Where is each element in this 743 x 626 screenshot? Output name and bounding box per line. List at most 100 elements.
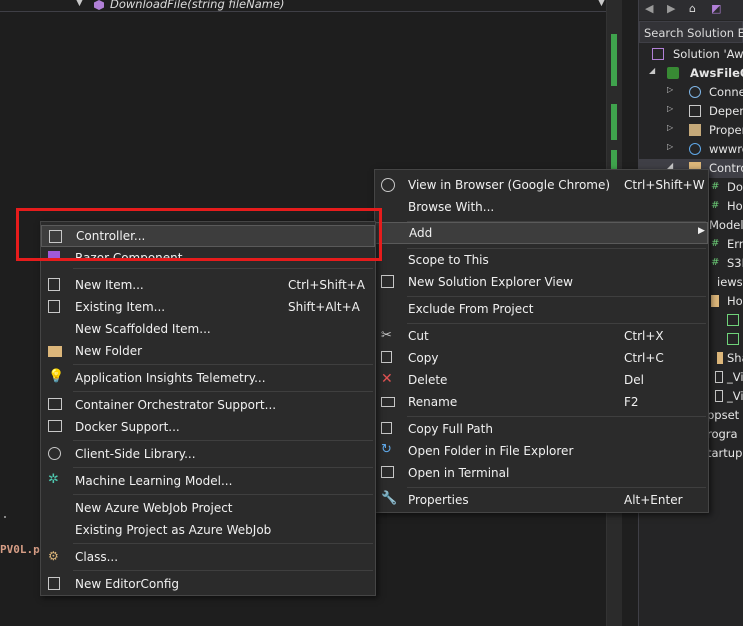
menu-item-cut[interactable]: ✂ Cut Ctrl+X (375, 325, 708, 347)
menu-separator (73, 467, 373, 468)
collapsed-arrow-icon[interactable]: ▷ (667, 142, 673, 151)
vs-solution-icon[interactable]: ◩ (711, 2, 721, 15)
type-dropdown-chevron-icon[interactable]: ▼ (76, 0, 83, 8)
folder-icon (717, 352, 723, 364)
menu-separator (407, 416, 706, 417)
solution-explorer-toolbar: ◀ ▶ ⌂ ◩ (639, 0, 743, 20)
menu-separator (73, 364, 373, 365)
razor-file-icon (727, 314, 739, 326)
expanded-arrow-icon[interactable]: ◢ (649, 66, 655, 75)
tree-item-project[interactable]: ◢ AwsFileOp (639, 64, 743, 83)
menu-item-rename[interactable]: Rename F2 (375, 391, 708, 413)
menu-item-class[interactable]: ⚙ Class... (41, 546, 375, 568)
terminal-icon (381, 466, 394, 478)
wrench-icon: 🔧 (381, 491, 398, 506)
editorconfig-icon (48, 577, 60, 590)
tree-item-dependencies[interactable]: ▷ Depen (639, 102, 743, 121)
menu-item-copy[interactable]: Copy Ctrl+C (375, 347, 708, 369)
menu-item-properties[interactable]: 🔧 Properties Alt+Enter (375, 489, 708, 511)
menu-separator (73, 543, 373, 544)
collapsed-arrow-icon[interactable]: ▷ (667, 123, 673, 132)
menu-item-new-scaffolded-item[interactable]: New Scaffolded Item... (41, 318, 375, 340)
folder-icon (48, 346, 62, 357)
tree-item-wwwroot[interactable]: ▷ wwwro (639, 140, 743, 159)
menu-separator (73, 570, 373, 571)
razor-file-icon (727, 333, 739, 345)
wrench-icon (689, 124, 701, 136)
docker-icon (48, 420, 62, 432)
file-icon (715, 371, 723, 383)
menu-separator (407, 296, 706, 297)
menu-item-browse-with[interactable]: Browse With... (375, 196, 708, 218)
change-marker (611, 104, 617, 140)
editor-dot (4, 516, 6, 518)
change-marker (611, 34, 617, 86)
menu-separator (73, 391, 373, 392)
menu-item-exclude-from-project[interactable]: Exclude From Project (375, 298, 708, 320)
menu-item-open-folder-in-file-explorer[interactable]: ↻ Open Folder in File Explorer (375, 440, 708, 462)
menu-item-existing-item[interactable]: Existing Item... Shift+Alt+A (41, 296, 375, 318)
csharp-file-icon: # (711, 238, 720, 249)
folder-icon (711, 295, 719, 307)
tree-item-connected-services[interactable]: ▷ Conne (639, 83, 743, 102)
container-icon (48, 398, 62, 410)
delete-x-icon: ✕ (381, 371, 393, 387)
member-dropdown[interactable]: DownloadFile(string fileName) (110, 0, 285, 11)
menu-item-open-in-terminal[interactable]: Open in Terminal (375, 462, 708, 484)
scissors-icon: ✂ (381, 328, 392, 343)
globe-icon (689, 143, 701, 155)
menu-item-application-insights[interactable]: 💡 Application Insights Telemetry... (41, 367, 375, 389)
add-submenu: Controller... Razor Component... New Ite… (40, 221, 376, 596)
lightbulb-icon: 💡 (48, 369, 65, 384)
menu-item-new-folder[interactable]: New Folder (41, 340, 375, 362)
menu-item-new-editorconfig[interactable]: New EditorConfig (41, 573, 375, 595)
menu-item-add[interactable]: Add ▶ (375, 222, 708, 244)
menu-separator (73, 440, 373, 441)
menu-item-view-in-browser[interactable]: View in Browser (Google Chrome) Ctrl+Shi… (375, 174, 708, 196)
csharp-project-icon (667, 67, 679, 79)
existing-item-icon (48, 300, 60, 313)
file-icon (715, 390, 723, 402)
menu-separator (73, 494, 373, 495)
menu-item-scope-to-this[interactable]: Scope to This (375, 249, 708, 271)
csharp-file-icon: # (711, 257, 720, 268)
menu-item-new-solution-explorer-view[interactable]: New Solution Explorer View (375, 271, 708, 293)
home-icon[interactable]: ⌂ (689, 2, 696, 15)
dependencies-icon (689, 105, 701, 117)
menu-item-docker-support[interactable]: Docker Support... (41, 416, 375, 438)
collapsed-arrow-icon[interactable]: ▷ (667, 85, 673, 94)
copy-path-icon (381, 422, 392, 434)
new-view-icon (381, 275, 394, 288)
collapsed-arrow-icon[interactable]: ▷ (667, 104, 673, 113)
member-dropdown-chevron-icon[interactable]: ▼ (598, 0, 605, 8)
back-icon[interactable]: ◀ (645, 2, 653, 15)
cloud-icon (689, 86, 701, 98)
menu-item-machine-learning-model[interactable]: ✲ Machine Learning Model... (41, 470, 375, 492)
class-icon: ⚙ (48, 549, 59, 563)
globe-icon (48, 447, 61, 460)
forward-icon[interactable]: ▶ (667, 2, 675, 15)
menu-item-new-item[interactable]: New Item... Ctrl+Shift+A (41, 274, 375, 296)
rename-icon (381, 397, 395, 407)
browser-icon (381, 178, 395, 192)
menu-item-container-orchestrator[interactable]: Container Orchestrator Support... (41, 394, 375, 416)
menu-item-delete[interactable]: ✕ Delete Del (375, 369, 708, 391)
tree-item-solution[interactable]: Solution 'Aws (639, 45, 743, 64)
copy-icon (381, 351, 392, 363)
csharp-file-icon: # (711, 181, 720, 192)
menu-item-copy-full-path[interactable]: Copy Full Path (375, 418, 708, 440)
context-menu: View in Browser (Google Chrome) Ctrl+Shi… (374, 169, 709, 513)
new-item-icon (48, 278, 60, 291)
editor-navigation-bar: ▼ DownloadFile(string fileName) ▼ (0, 0, 612, 12)
solution-icon (652, 48, 664, 60)
refresh-arrow-icon: ↻ (381, 442, 392, 457)
tree-item-properties[interactable]: ▷ Proper (639, 121, 743, 140)
menu-item-existing-project-as-azure-webjob[interactable]: Existing Project as Azure WebJob (41, 519, 375, 541)
menu-item-new-azure-webjob-project[interactable]: New Azure WebJob Project (41, 497, 375, 519)
menu-item-client-side-library[interactable]: Client-Side Library... (41, 443, 375, 465)
change-marker (611, 150, 617, 170)
solution-explorer-search[interactable]: Search Solution Exp (639, 21, 743, 43)
method-cube-icon (94, 0, 104, 10)
menu-separator (407, 323, 706, 324)
menu-separator (73, 268, 373, 269)
